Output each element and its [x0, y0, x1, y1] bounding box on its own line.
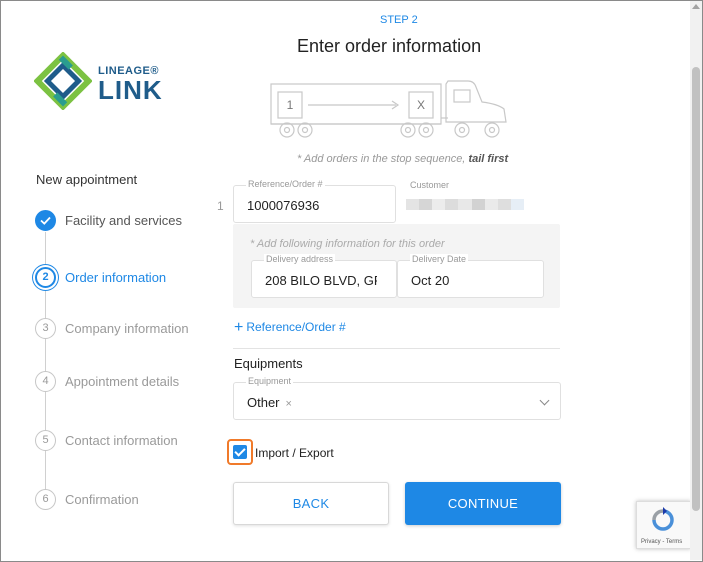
- recaptcha-icon: [652, 507, 674, 531]
- step-number: 6: [35, 489, 56, 510]
- import-export-label[interactable]: Import / Export: [255, 446, 334, 460]
- lineage-diamond-icon: [34, 52, 92, 110]
- step-number: 5: [35, 430, 56, 451]
- field-label: Reference/Order #: [246, 179, 325, 189]
- add-reference-order-link[interactable]: + Reference/Order #: [234, 318, 346, 336]
- back-button[interactable]: BACK: [233, 482, 389, 525]
- sidebar-heading: New appointment: [36, 172, 138, 187]
- field-label: Delivery address: [264, 254, 336, 264]
- customer-value-redacted: [406, 199, 524, 210]
- step-label: Contact information: [65, 433, 178, 448]
- continue-button[interactable]: CONTINUE: [405, 482, 561, 525]
- import-export-checkbox-highlight: [227, 439, 253, 465]
- scroll-thumb[interactable]: [692, 67, 700, 511]
- customer-label: Customer: [410, 180, 450, 190]
- page-title: Enter order information: [297, 36, 482, 56]
- truck-stop-sequence-illustration: 1 X: [270, 80, 507, 138]
- delivery-address-input[interactable]: Delivery address 208 BILO BLVD, GF: [251, 254, 397, 298]
- equipment-chip: Other ×: [247, 395, 292, 410]
- lineage-link-logo: LINEAGE® LINK: [34, 52, 174, 110]
- chevron-down-icon[interactable]: [539, 395, 550, 406]
- field-label: Delivery Date: [410, 254, 469, 264]
- field-value: Oct 20: [411, 273, 450, 288]
- add-reference-label: Reference/Order #: [246, 320, 346, 334]
- truck-end-label: X: [417, 98, 425, 112]
- step-number: 2: [35, 267, 56, 288]
- step-label: Appointment details: [65, 374, 180, 389]
- recaptcha-badge[interactable]: Privacy - Terms: [636, 501, 691, 549]
- step-number: 4: [35, 371, 56, 392]
- delivery-date-input[interactable]: Delivery Date Oct 20: [397, 254, 544, 298]
- step-label: Order information: [65, 270, 167, 285]
- equipment-chip-label: Other: [247, 395, 280, 410]
- field-value: 208 BILO BLVD, GF: [265, 273, 377, 288]
- field-value: 1000076936: [247, 198, 320, 213]
- step-label: Confirmation: [65, 492, 139, 507]
- import-export-checkbox[interactable]: [233, 445, 247, 459]
- scroll-up-arrow-icon[interactable]: [692, 4, 700, 9]
- logo-main-text: LINK: [98, 75, 163, 105]
- recaptcha-terms[interactable]: Privacy - Terms: [641, 539, 682, 545]
- step-complete-check-icon: [35, 210, 56, 231]
- remove-chip-icon[interactable]: ×: [286, 398, 292, 410]
- step-label: Facility and services: [65, 213, 183, 228]
- hint-emphasis: tail first: [468, 153, 509, 165]
- equipments-title: Equipments: [234, 356, 303, 371]
- order-details-hint: * Add following information for this ord…: [250, 238, 445, 250]
- step-label: Company information: [65, 321, 189, 336]
- truck-start-label: 1: [287, 98, 294, 112]
- stop-sequence-hint: * Add orders in the stop sequence, tail …: [297, 153, 508, 165]
- reference-order-input[interactable]: Reference/Order # 1000076936: [233, 179, 396, 223]
- plus-icon: +: [234, 319, 244, 336]
- section-divider: [233, 348, 560, 349]
- equipment-select[interactable]: Equipment Other ×: [233, 376, 561, 420]
- field-label: Equipment: [246, 376, 294, 386]
- step-kicker: STEP 2: [380, 14, 418, 26]
- order-row-number: 1: [217, 199, 224, 213]
- step-number: 3: [35, 318, 56, 339]
- hint-text: * Add orders in the stop sequence,: [297, 153, 469, 165]
- vertical-scrollbar[interactable]: [690, 1, 702, 560]
